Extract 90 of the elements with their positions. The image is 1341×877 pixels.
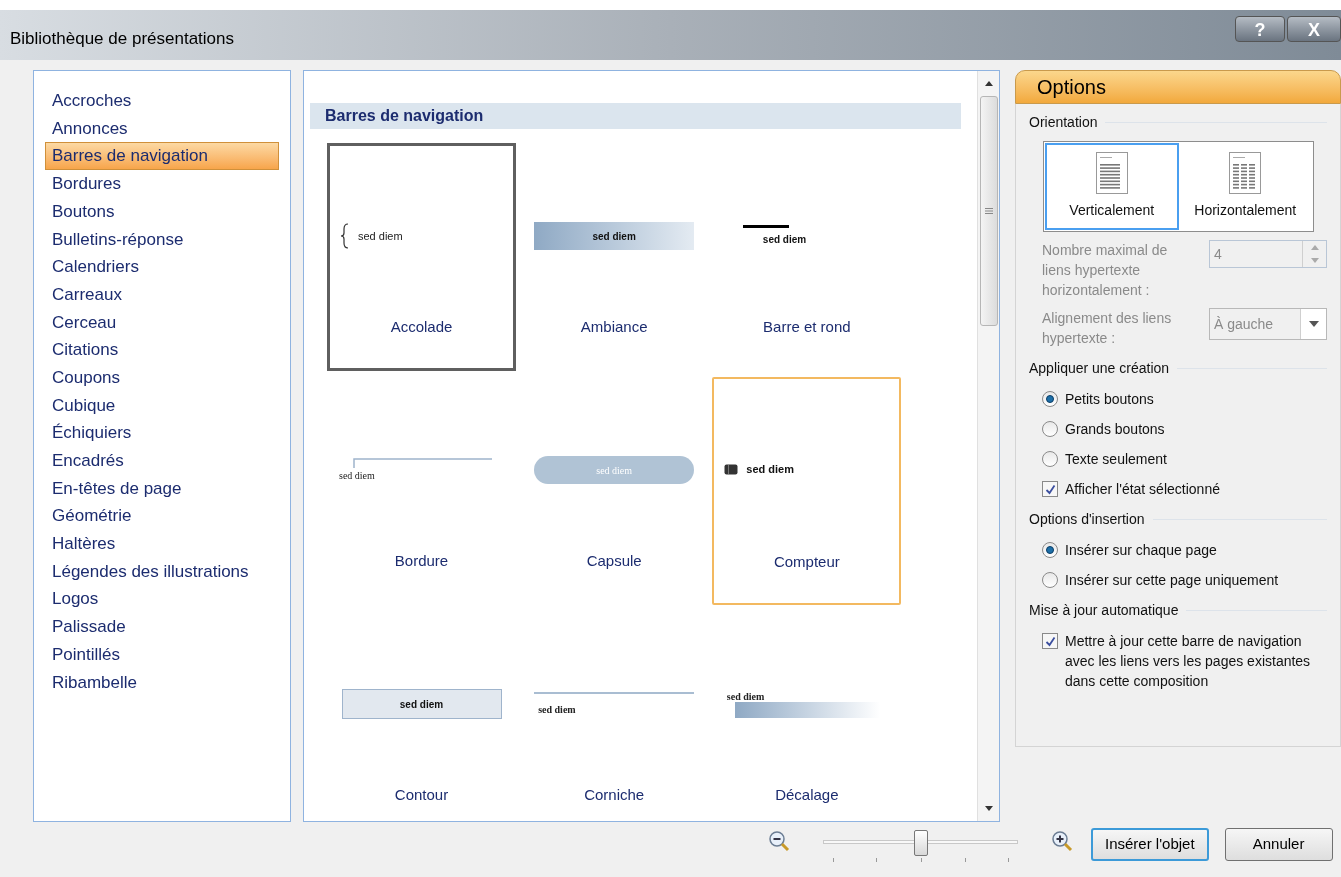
- category-item[interactable]: Boutons: [45, 197, 279, 226]
- field-label: Alignement des liens hypertexte :: [1042, 309, 1173, 348]
- options-header: Options: [1015, 70, 1341, 104]
- tile-label: Compteur: [773, 551, 840, 572]
- field-label: Nombre maximal de liens hypertexte horizontalement :: [1042, 241, 1169, 300]
- category-item[interactable]: Encadrés: [45, 446, 279, 475]
- category-item[interactable]: Échiquiers: [45, 419, 279, 447]
- block-icon: [724, 463, 739, 475]
- category-item[interactable]: Carreaux: [45, 280, 279, 309]
- preview-text: sed diem: [746, 461, 794, 477]
- capsule-bar: sed diem: [534, 456, 695, 484]
- tile-label: Capsule: [586, 550, 642, 571]
- orientation-option[interactable]: Horizontalement: [1178, 143, 1312, 230]
- option-label: Petits boutons: [1065, 390, 1154, 409]
- option-label: Insérer sur chaque page: [1065, 541, 1217, 560]
- gallery-tile[interactable]: sed diem Bordure: [327, 377, 516, 605]
- scroll-up-icon[interactable]: [984, 81, 993, 86]
- category-item[interactable]: Bordures: [45, 170, 279, 198]
- tile-label: Corniche: [584, 784, 645, 805]
- gallery-tile[interactable]: sed diem Compteur: [712, 377, 902, 605]
- category-item[interactable]: Géométrie: [45, 502, 279, 530]
- slider-thumb[interactable]: [913, 830, 928, 856]
- scroll-down-icon[interactable]: [984, 806, 993, 811]
- dialog-button[interactable]: Insérer l'objet: [1091, 828, 1209, 861]
- checkbox[interactable]: [1042, 481, 1058, 497]
- checkbox[interactable]: [1042, 633, 1058, 649]
- grip-icon: [984, 207, 993, 215]
- group-heading: Options d'insertion: [1029, 510, 1145, 529]
- gallery-tile[interactable]: sed diem Corniche: [519, 611, 709, 821]
- gallery-tile[interactable]: sed diem Capsule: [519, 377, 709, 605]
- tile-label: Barre et rond: [763, 316, 851, 337]
- zoom-in-icon[interactable]: [1051, 830, 1073, 852]
- tile-label: Ambiance: [580, 316, 648, 337]
- category-item[interactable]: Annonces: [45, 114, 279, 143]
- zoom-slider[interactable]: [823, 828, 1018, 864]
- category-item[interactable]: Palissade: [45, 613, 279, 641]
- gallery-tile[interactable]: sed diem Décalage: [712, 611, 902, 821]
- category-item[interactable]: Coupons: [45, 363, 279, 392]
- radio-button[interactable]: [1042, 391, 1058, 407]
- radio-button[interactable]: [1042, 421, 1058, 437]
- category-item[interactable]: Haltères: [45, 530, 279, 558]
- category-item[interactable]: Ribambelle: [45, 668, 279, 697]
- category-item[interactable]: Calendriers: [45, 253, 279, 281]
- orientation-option[interactable]: Verticalement: [1045, 143, 1179, 230]
- outlined-bar: sed diem: [341, 689, 502, 719]
- option-label: Mettre à jour cette barre de navigation avec les liens vers les pages existantes dans cette composition: [1065, 632, 1312, 691]
- option-label: Insérer sur cette page uniquement: [1065, 571, 1279, 590]
- category-item[interactable]: Citations: [45, 336, 279, 364]
- brace-icon: [340, 223, 350, 249]
- group-heading: Appliquer une création: [1029, 359, 1170, 378]
- category-item[interactable]: Barres de navigation: [45, 142, 279, 171]
- gallery-tile[interactable]: sed diem Contour: [327, 611, 516, 821]
- gallery-heading: Barres de navigation: [310, 103, 961, 129]
- radio-button[interactable]: [1042, 572, 1058, 588]
- tile-label: Bordure: [394, 550, 449, 571]
- scroll-thumb[interactable]: [979, 96, 998, 326]
- radio-button[interactable]: [1042, 542, 1058, 558]
- gallery-tile[interactable]: sed diem Ambiance: [519, 143, 709, 371]
- bar-line: [742, 225, 789, 228]
- category-item[interactable]: Légendes des illustrations: [45, 557, 279, 586]
- category-item[interactable]: En-têtes de page: [45, 474, 279, 503]
- preview-text: sed diem: [726, 690, 766, 702]
- gradient-bar: sed diem: [534, 222, 695, 250]
- window-title: Bibliothèque de présentations: [10, 28, 234, 50]
- gallery-tile[interactable]: sed diem Barre et rond: [712, 143, 902, 371]
- radio-button[interactable]: [1042, 451, 1058, 467]
- category-item[interactable]: Accroches: [45, 87, 279, 115]
- document-icon: [1229, 152, 1262, 194]
- preview-text: sed diem: [339, 468, 376, 483]
- tile-label: Contour: [394, 784, 449, 805]
- option-label: Afficher l'état sélectionné: [1065, 480, 1220, 499]
- zoom-out-icon[interactable]: [768, 830, 790, 852]
- preview-text: sed diem: [537, 702, 577, 717]
- category-item[interactable]: Cubique: [45, 391, 279, 420]
- group-heading: Orientation: [1029, 113, 1098, 132]
- option-label: Texte seulement: [1065, 450, 1167, 469]
- category-item[interactable]: Pointillés: [45, 640, 279, 669]
- tile-label: Décalage: [775, 784, 839, 805]
- gallery-tile[interactable]: sed diem Accolade: [327, 143, 516, 371]
- caret-icon: [1308, 321, 1319, 327]
- category-item[interactable]: Logos: [45, 585, 279, 614]
- option-label: Grands boutons: [1065, 420, 1165, 439]
- document-icon: [1095, 152, 1128, 194]
- dialog-button[interactable]: Annuler: [1224, 828, 1333, 861]
- preview-text: sed diem: [761, 233, 807, 247]
- category-item[interactable]: Cerceau: [45, 308, 279, 337]
- tile-label: Accolade: [390, 316, 453, 337]
- group-heading: Mise à jour automatique: [1029, 601, 1179, 620]
- category-item[interactable]: Bulletins-réponse: [45, 225, 279, 254]
- preview-text: sed diem: [358, 228, 403, 244]
